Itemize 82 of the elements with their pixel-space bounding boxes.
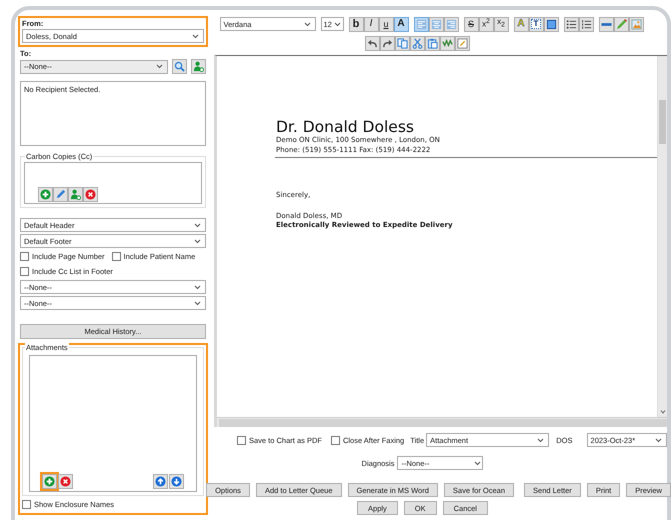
checkbox[interactable] — [330, 436, 340, 444]
horizontal-line-button[interactable] — [598, 16, 614, 32]
scissors-icon — [412, 38, 423, 49]
align-right-button[interactable] — [444, 16, 458, 32]
pen-button[interactable] — [614, 16, 628, 32]
delete-button[interactable] — [83, 187, 98, 202]
pencil-paper-icon — [457, 38, 468, 49]
caret-icon — [194, 284, 201, 290]
italic-button[interactable]: I — [364, 16, 378, 32]
superscript-button[interactable]: x$^{2}$ — [478, 16, 494, 32]
square-icon — [546, 18, 556, 30]
plus-icon — [40, 189, 51, 200]
person-add-icon — [70, 189, 81, 200]
edit-button[interactable] — [455, 36, 470, 51]
remove-icon — [85, 189, 96, 200]
search-button[interactable] — [172, 59, 187, 74]
delete-button[interactable] — [58, 474, 73, 489]
checkbox[interactable] — [237, 436, 246, 444]
move-up-button[interactable] — [153, 474, 168, 489]
scrollbar-thumb[interactable] — [659, 100, 666, 144]
pencil-icon — [55, 189, 66, 200]
checkbox[interactable] — [20, 267, 29, 276]
person-add-icon — [193, 61, 204, 72]
subscript-button[interactable]: x$_{2}$ — [494, 16, 508, 32]
caret-icon — [156, 64, 163, 69]
align-center-icon — [430, 18, 442, 30]
checkbox[interactable] — [112, 252, 121, 261]
cc-list[interactable] — [24, 162, 202, 204]
caret-icon — [194, 238, 201, 244]
vertical-scrollbar[interactable] — [657, 56, 667, 417]
underline-button[interactable]: u — [378, 16, 394, 32]
add-contact-button[interactable] — [68, 187, 83, 202]
caret-icon — [192, 34, 199, 38]
bullet-list-button[interactable] — [564, 16, 578, 32]
spellcheck-icon — [442, 38, 453, 49]
checkbox[interactable] — [22, 500, 31, 509]
align-left-button[interactable] — [414, 16, 428, 32]
cut-button[interactable] — [410, 36, 425, 51]
caret-icon — [194, 222, 201, 228]
caret-icon — [334, 22, 340, 26]
bold-button[interactable]: b — [348, 16, 364, 32]
edit-button[interactable] — [53, 187, 68, 202]
caret-icon — [194, 300, 201, 306]
paste-button[interactable] — [425, 36, 440, 51]
font-color-button[interactable]: A — [394, 16, 408, 32]
redo-button[interactable] — [380, 36, 395, 51]
remove-icon — [60, 476, 71, 487]
move-down-button[interactable] — [169, 474, 184, 489]
clipboard-icon — [427, 38, 438, 49]
caret-icon — [474, 460, 482, 466]
image-icon — [630, 18, 642, 30]
add-recipient-button[interactable] — [191, 59, 206, 74]
undo-button[interactable] — [365, 36, 380, 51]
caret-icon — [655, 438, 662, 442]
text-box-button[interactable]: T — [528, 16, 544, 32]
copy-icon — [397, 38, 408, 49]
align-left-icon — [416, 18, 426, 30]
search-icon — [174, 61, 185, 72]
align-center-button[interactable] — [428, 16, 444, 32]
copy-button[interactable] — [395, 36, 410, 51]
bullet-list-icon — [566, 18, 576, 30]
spellcheck-button[interactable] — [440, 36, 455, 51]
pencil-icon — [616, 18, 626, 30]
redo-icon — [382, 38, 393, 49]
add-button[interactable] — [38, 187, 53, 202]
arrow-up-icon — [155, 476, 166, 487]
plus-icon — [44, 476, 55, 487]
strikethrough-button[interactable]: S — [464, 16, 478, 32]
image-button[interactable] — [628, 16, 644, 32]
checkbox[interactable] — [20, 252, 29, 261]
numbered-list-icon — [580, 18, 592, 30]
arrow-down-icon — [171, 476, 182, 487]
undo-icon — [367, 38, 378, 49]
caret-icon[interactable] — [660, 409, 666, 415]
caret-icon — [537, 438, 544, 442]
numbered-list-button[interactable] — [578, 16, 594, 32]
align-right-icon — [446, 18, 456, 30]
attachment-list[interactable] — [29, 355, 197, 492]
add-button[interactable] — [42, 474, 57, 489]
letterhead-name: Dr. Donald Doless — [276, 118, 415, 136]
caret-icon — [304, 22, 310, 26]
border-button[interactable] — [544, 16, 558, 32]
